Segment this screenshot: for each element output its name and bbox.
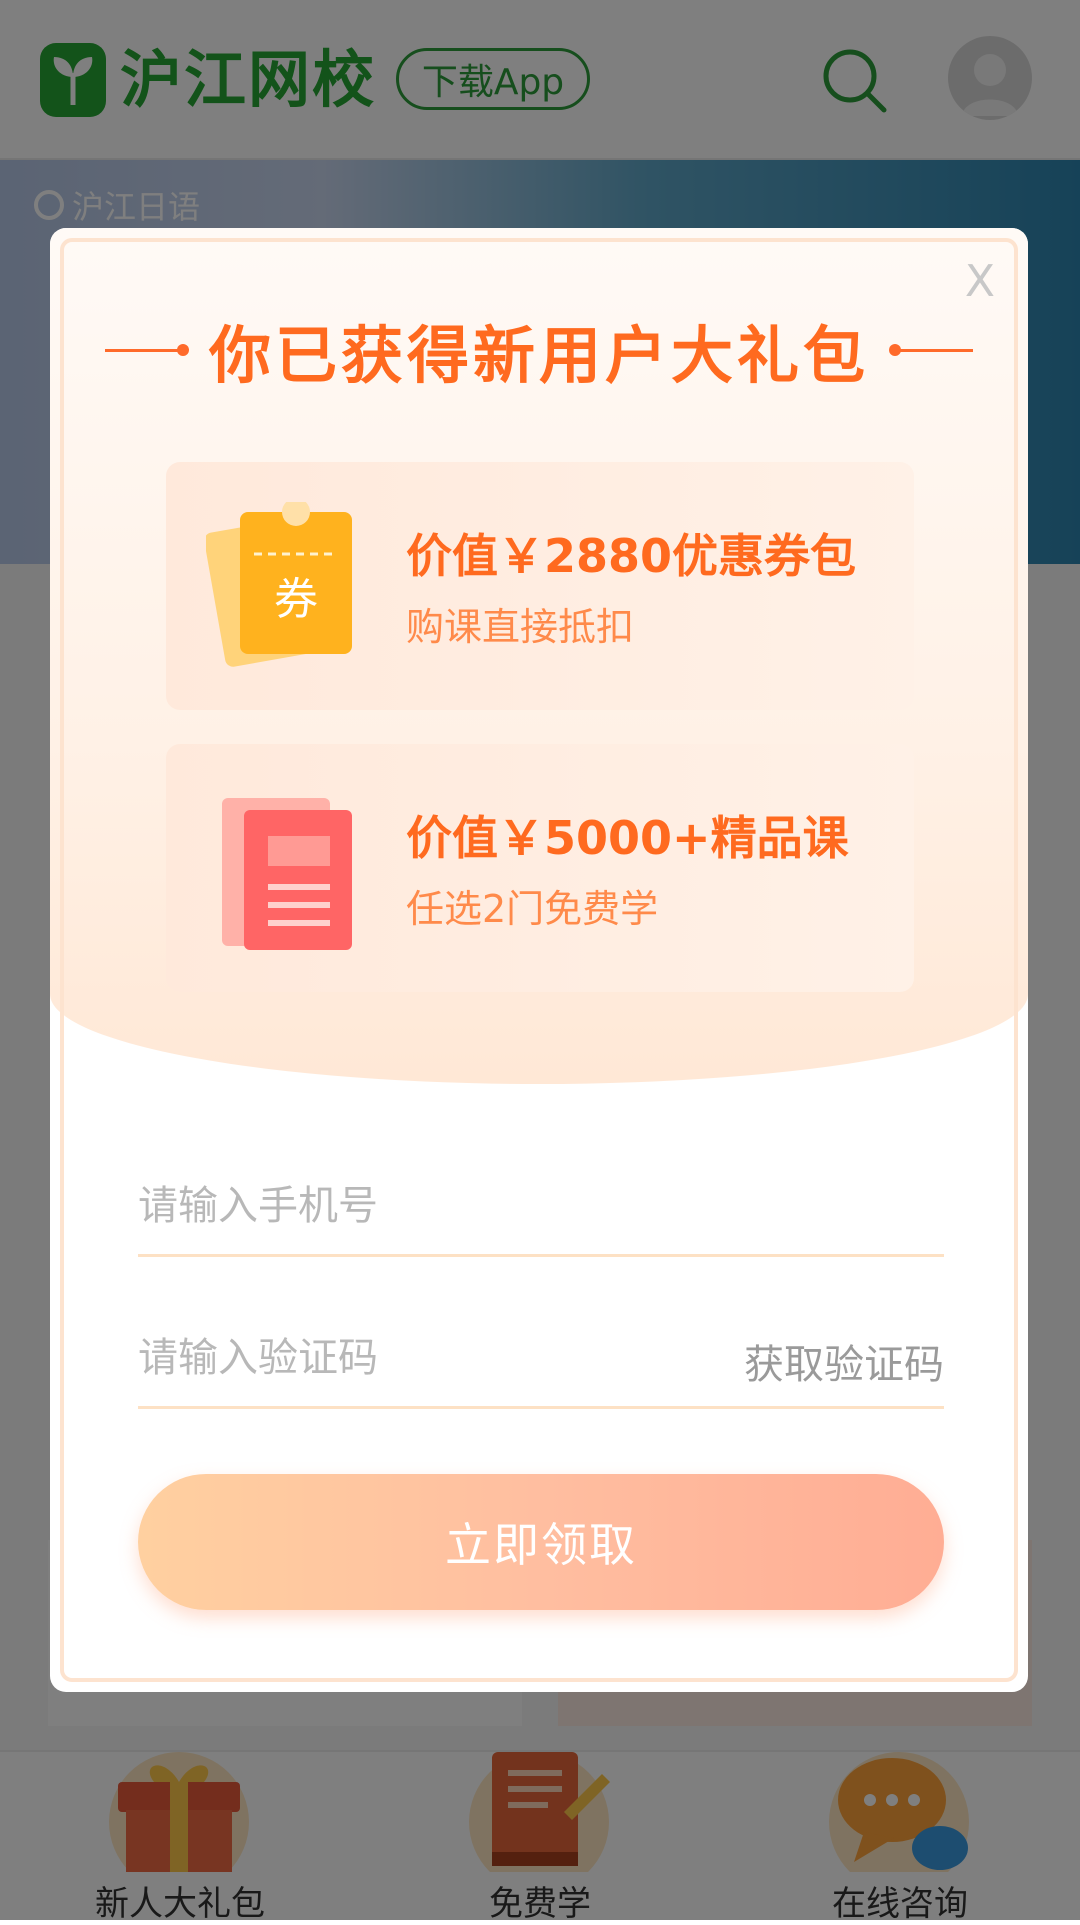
modal-title: 你已获得新用户大礼包 — [208, 319, 869, 392]
new-user-gift-modal: X 你已获得新用户大礼包 券 价值￥2880优惠券包 购课直接抵扣 价值￥500… — [50, 228, 1028, 1692]
phone-field — [138, 1158, 944, 1257]
get-code-button[interactable]: 获取验证码 — [744, 1332, 944, 1390]
title-divider-left — [104, 343, 189, 356]
verification-code-input[interactable] — [138, 1310, 738, 1406]
coupon-icon-text: 券 — [274, 574, 318, 625]
offer-subtitle: 购课直接抵扣 — [406, 605, 635, 649]
close-button[interactable]: X — [952, 254, 1008, 310]
coupon-offer-card: 券 价值￥2880优惠券包 购课直接抵扣 — [166, 462, 914, 710]
claim-now-button[interactable]: 立即领取 — [138, 1474, 944, 1610]
offer-subtitle: 任选2门免费学 — [406, 887, 659, 931]
course-book-icon — [222, 798, 352, 950]
course-offer-card: 价值￥5000+精品课 任选2门免费学 — [166, 744, 914, 992]
phone-input[interactable] — [138, 1158, 738, 1254]
verification-code-field: 获取验证码 — [138, 1310, 944, 1409]
modal-title-row: 你已获得新用户大礼包 — [100, 310, 978, 392]
offer-title: 价值￥2880优惠券包 — [406, 529, 857, 583]
offer-title: 价值￥5000+精品课 — [406, 811, 849, 865]
coupon-ticket-icon: 券 — [206, 502, 352, 667]
title-divider-right — [889, 343, 973, 356]
